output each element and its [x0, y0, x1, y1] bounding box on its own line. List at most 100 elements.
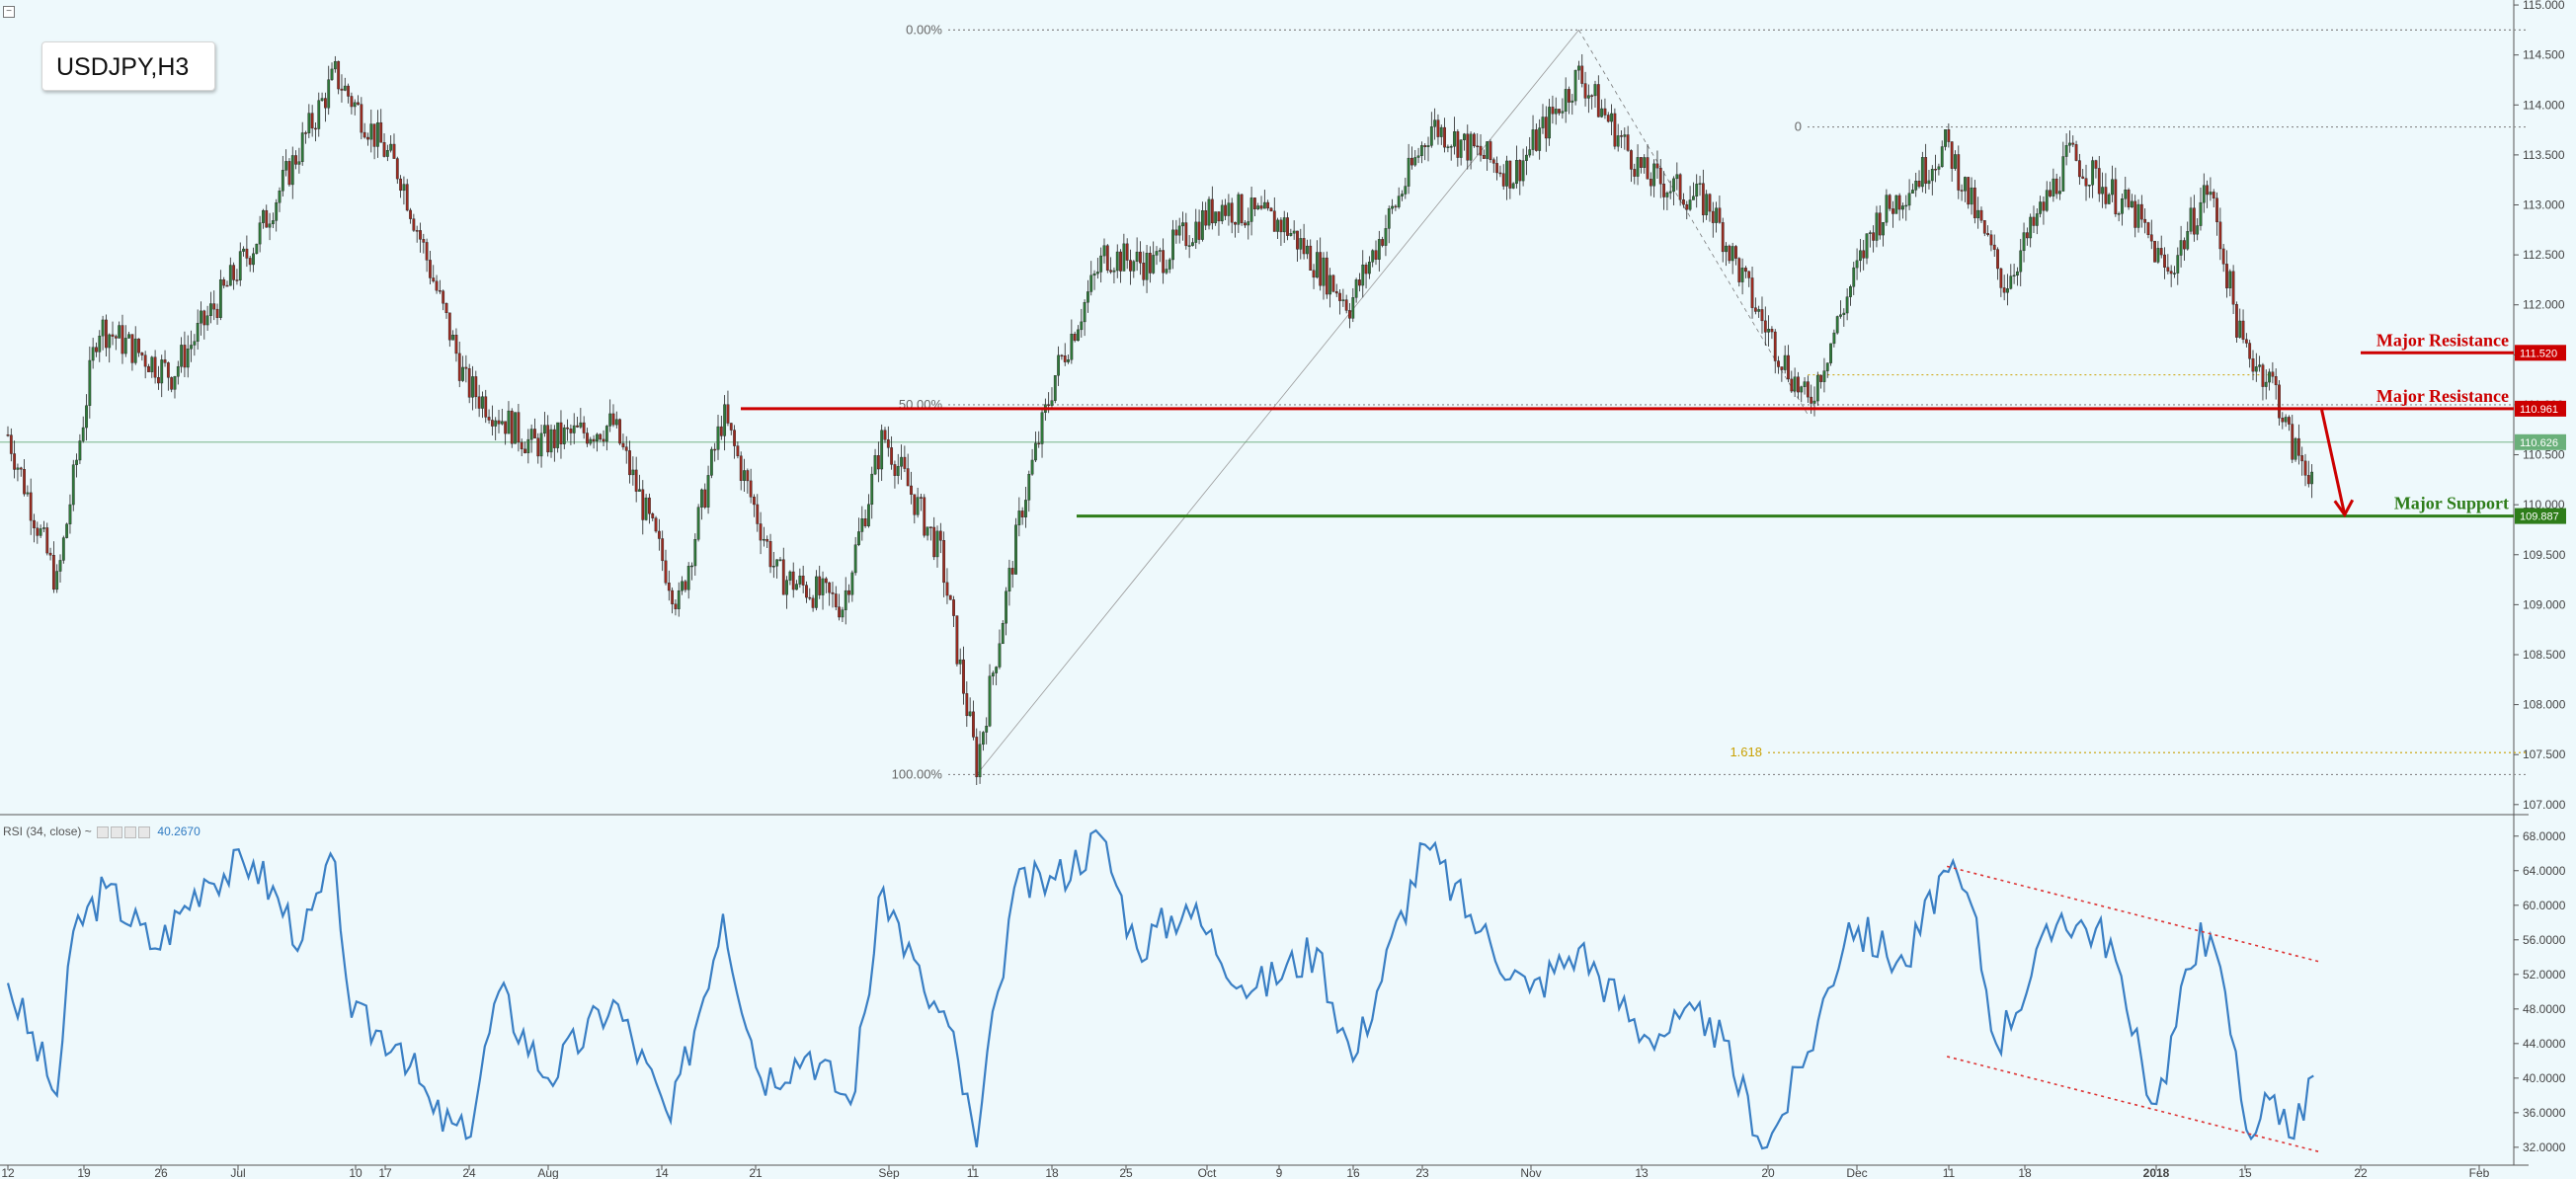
candle-body: [2019, 250, 2023, 273]
candle-body: [2169, 271, 2173, 275]
candle-body: [1387, 208, 1391, 229]
rsi-tick-label: 64.0000: [2523, 864, 2566, 878]
candle-body: [287, 161, 291, 186]
candle-body: [1944, 129, 1947, 147]
candle-body: [1459, 139, 1463, 158]
candle-body: [1914, 181, 1918, 191]
candle-body: [1230, 202, 1234, 223]
candle-body: [896, 466, 900, 476]
candle-body: [1920, 157, 1924, 188]
candle-body: [514, 412, 517, 444]
level-annotation: Major Resistance: [2376, 330, 2509, 350]
candle-body: [1583, 83, 1587, 99]
candle-body: [1954, 154, 1957, 169]
candle-body: [1302, 238, 1306, 255]
candle-body: [736, 445, 740, 456]
rsi-value: 40.2670: [157, 825, 201, 838]
candle-body: [981, 732, 985, 746]
candle-body: [552, 429, 556, 448]
candle-body: [2248, 343, 2252, 359]
candle-body: [1469, 133, 1473, 161]
candle-body: [890, 447, 894, 465]
level-annotation: Major Resistance: [2376, 386, 2509, 406]
candle-body: [831, 591, 835, 594]
candle-body: [1063, 355, 1067, 362]
candle-body: [2084, 178, 2088, 187]
candle-body: [771, 566, 775, 568]
candle-body: [1142, 263, 1146, 280]
fib-dash-diagonal: [1578, 30, 1809, 416]
candle-body: [1237, 194, 1241, 225]
symbol-legend[interactable]: USDJPY,H3: [41, 41, 215, 91]
candle-body: [1688, 199, 1692, 210]
candle-body: [275, 202, 279, 221]
candle-body: [576, 425, 579, 428]
collapse-icon[interactable]: −: [3, 6, 15, 18]
candle-body: [1292, 230, 1296, 234]
rsi-settings-icon[interactable]: [111, 825, 123, 838]
candle-body: [542, 425, 546, 434]
rsi-close-icon[interactable]: [138, 825, 151, 838]
candle-body: [1872, 232, 1876, 241]
candle-body: [1525, 154, 1528, 161]
candle-body: [778, 559, 782, 561]
candle-body: [2284, 417, 2288, 423]
candle-body: [549, 429, 553, 453]
candle-body: [1950, 141, 1954, 169]
candle-body: [2143, 218, 2147, 223]
candle-body: [2254, 366, 2258, 372]
candle-body: [2192, 207, 2196, 235]
candle-body: [1040, 412, 1044, 444]
rsi-tick-label: 40.0000: [2523, 1071, 2566, 1085]
candle-body: [330, 68, 334, 80]
candle-body: [533, 429, 536, 438]
candle-body: [628, 450, 631, 476]
candle-body: [1888, 195, 1892, 209]
candle-body: [952, 599, 955, 616]
candle-body: [245, 248, 249, 259]
candle-body: [1092, 273, 1096, 276]
candle-body: [271, 220, 275, 224]
candle-body: [1391, 205, 1394, 209]
candle-body: [1050, 400, 1054, 406]
candle-body: [1152, 255, 1156, 274]
candle-body: [85, 405, 88, 429]
candle-body: [1328, 275, 1332, 295]
candle-body: [2087, 184, 2091, 187]
candle-body: [1668, 191, 1672, 194]
chart-canvas[interactable]: 115.000 114.500 114.000 113.500 113.000 112.5…: [0, 0, 2576, 1179]
candle-body: [2039, 201, 2043, 214]
candle-body: [320, 98, 324, 101]
candle-body: [1649, 179, 1652, 187]
candle-body: [906, 468, 910, 487]
candle-body: [1603, 108, 1607, 116]
candle-body: [975, 737, 979, 778]
candle-body: [2206, 185, 2210, 196]
price-tick-label: 113.500: [2523, 148, 2565, 162]
candle-body: [644, 497, 648, 520]
candle-body: [638, 489, 641, 492]
rsi-visibility-icon[interactable]: [97, 825, 110, 838]
candle-body: [1787, 354, 1790, 380]
candle-body: [166, 362, 170, 378]
candle-body: [1495, 163, 1498, 174]
candle-body: [592, 438, 596, 442]
candle-body: [180, 345, 184, 367]
candle-body: [1073, 334, 1077, 342]
candle-body: [1875, 212, 1879, 241]
candle-body: [467, 367, 471, 398]
candle-body: [935, 530, 939, 558]
candle-body: [1249, 197, 1253, 222]
candle-body: [98, 335, 102, 353]
candle-body: [1501, 173, 1505, 187]
candle-body: [1187, 245, 1191, 247]
candle-body: [1564, 89, 1568, 112]
candle-body: [36, 527, 40, 536]
candle-body: [948, 594, 952, 600]
candle-body: [1162, 250, 1166, 274]
candle-body: [1790, 378, 1794, 392]
rsi-add-icon[interactable]: [124, 825, 137, 838]
candle-body: [422, 239, 426, 243]
candle-body: [844, 590, 847, 610]
candle-body: [1705, 194, 1709, 215]
